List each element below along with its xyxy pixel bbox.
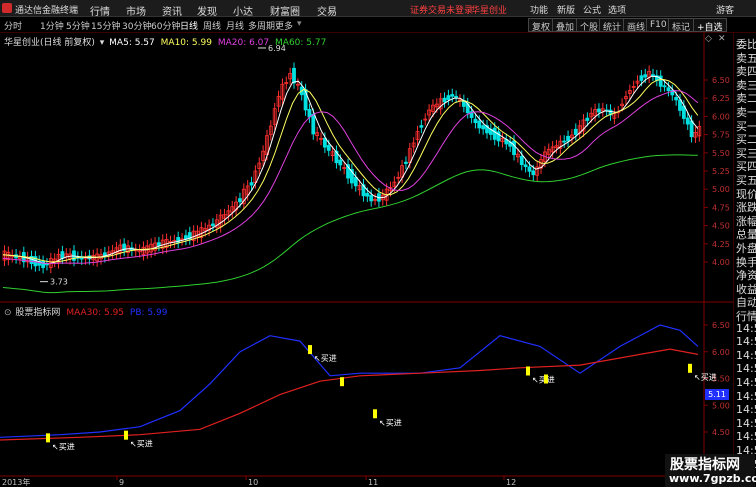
watermark-title: 股票指标网	[670, 457, 740, 473]
buy-signal-label: ↖买进	[379, 418, 402, 427]
candle-body	[404, 161, 408, 164]
y-tick-label: 6.00	[712, 348, 730, 357]
buy-signal-bar	[308, 345, 312, 355]
y-tick-label: 5.50	[712, 149, 730, 158]
candle-body	[365, 192, 370, 197]
candle-body	[674, 97, 679, 101]
chart-canvas: 6.50 6.25 6.00 5.75 5.50 5.25 5.00 4.75 4.50 4.25…	[0, 33, 733, 487]
x-axis-label: 9	[119, 478, 124, 487]
x-axis-label: 11	[368, 478, 378, 487]
side-panel-item: 14:5	[736, 416, 756, 430]
candle-body	[523, 164, 528, 168]
side-panel-item: 14:5	[736, 362, 756, 376]
buy-signal-bar	[373, 409, 377, 419]
candle-body	[477, 120, 482, 129]
candle-body	[639, 75, 644, 81]
y-tick-label: 4.75	[712, 203, 730, 212]
buy-signal-bar	[46, 433, 50, 443]
indicator-value-badge: 5.11	[705, 389, 729, 400]
candle-body	[60, 251, 65, 259]
x-axis-label: 12	[506, 478, 516, 487]
candle-body	[492, 127, 497, 140]
candle-body	[326, 145, 331, 151]
y-tick-label: 5.00	[712, 185, 730, 194]
high-marker-label: 6.94	[268, 44, 286, 53]
candle-body	[585, 117, 590, 121]
candle-body	[419, 125, 424, 128]
candle-body	[573, 128, 578, 135]
candle-body	[450, 94, 455, 97]
y-tick-label: 4.25	[712, 240, 730, 249]
buy-signal-label: ↖买进	[532, 375, 555, 384]
candle-body	[643, 74, 648, 78]
y-tick-label: 4.50	[712, 222, 730, 231]
y-tick-label: 6.25	[712, 94, 730, 103]
y-tick-label: 6.50	[712, 76, 730, 85]
buy-signal-bar	[688, 363, 692, 373]
y-tick-label: 5.00	[712, 401, 730, 410]
candle-body	[512, 140, 516, 156]
candle-body	[369, 194, 374, 202]
candle-body	[211, 223, 215, 227]
buy-signal-bar	[124, 430, 128, 440]
side-panel-item: 14:5	[736, 335, 756, 349]
candle-body	[156, 242, 161, 246]
buy-signal-label: ↖买进	[314, 354, 337, 363]
side-panel-item: 14:5	[736, 403, 756, 417]
candle-body	[685, 117, 690, 125]
candle-body	[446, 95, 451, 100]
candle-body	[689, 120, 694, 138]
low-marker-label: 3.73	[50, 278, 68, 287]
x-axis-label: 10	[248, 478, 258, 487]
candle-body	[519, 155, 524, 165]
side-panel-item: 14:5	[736, 389, 756, 403]
y-tick-label: 4.00	[712, 258, 730, 267]
watermark: 股票指标网 www.7gpzb.com	[665, 454, 756, 487]
candle-body	[311, 113, 316, 135]
candle-body	[307, 108, 312, 118]
candle-body	[41, 260, 45, 268]
x-axis-label: 2013年	[2, 477, 30, 487]
buy-signal-label: ↖买进	[694, 373, 717, 382]
candle-body	[292, 67, 296, 84]
pb-line	[0, 324, 699, 438]
candle-body	[442, 97, 447, 103]
candle-body	[249, 182, 254, 186]
candle-body	[338, 159, 343, 166]
candle-body	[527, 166, 532, 172]
y-tick-label: 6.50	[712, 321, 730, 330]
candle-body	[562, 140, 567, 143]
candle-body	[473, 118, 478, 124]
candle-body	[566, 135, 570, 142]
candle-body	[454, 95, 459, 98]
watermark-url: www.7gpzb.com	[669, 472, 756, 485]
candle-body	[481, 125, 486, 130]
candle-body	[666, 87, 671, 91]
candle-body	[662, 85, 667, 88]
maa30-line	[0, 348, 699, 441]
buy-signal-bar	[340, 377, 344, 387]
quote-side-panel: 委比 卖五 卖四 卖三 卖二 卖一 买一 买二 买三 买四 买五 现价 涨跌 涨幅 总量 外盘 换手 净资 收益 自动…	[733, 33, 756, 487]
candle-body	[597, 108, 601, 113]
candle-body	[238, 198, 242, 203]
y-tick-label: 4.50	[712, 428, 730, 437]
y-tick-label: 5.25	[712, 167, 730, 176]
buy-signal-bar	[544, 374, 548, 384]
candle-body	[651, 74, 655, 77]
y-tick-label: 6.00	[712, 112, 730, 121]
y-tick-label: 5.75	[712, 131, 730, 140]
side-panel-item: 14:5	[736, 376, 756, 389]
buy-signal-bar	[526, 366, 530, 376]
side-panel-item: 14:5	[736, 348, 756, 362]
candle-body	[531, 170, 536, 176]
buy-signal-label: ↖买进	[52, 442, 75, 451]
buy-signal-label: ↖买进	[130, 440, 153, 449]
side-panel-item: 14:5	[736, 321, 756, 335]
side-panel-item: 14:5	[736, 430, 756, 444]
